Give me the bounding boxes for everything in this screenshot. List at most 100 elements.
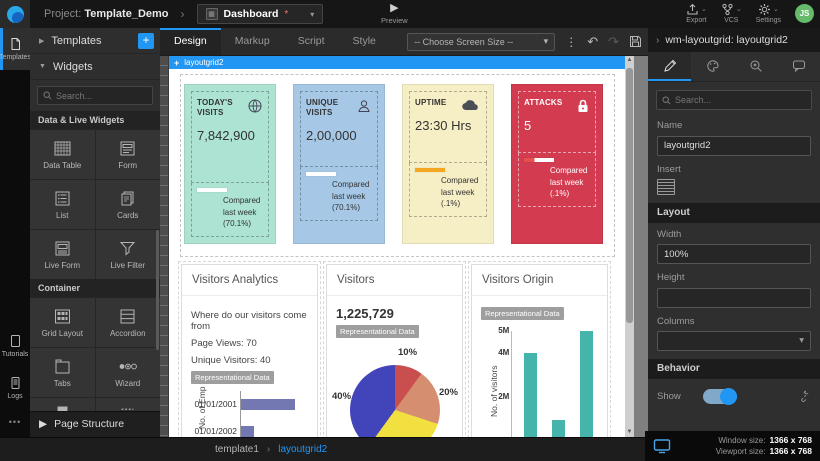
stat-card[interactable]: ATTACKS 5 Compared last week (.1%)	[511, 84, 603, 244]
save-button[interactable]	[629, 35, 642, 48]
add-template-button[interactable]: +	[138, 33, 154, 49]
insert-row-icon[interactable]	[657, 179, 675, 195]
visitors-analytics-panel[interactable]: Visitors Analytics Where do our visitors…	[181, 264, 318, 437]
user-avatar[interactable]: JS	[795, 4, 814, 23]
rail-item-tutorials[interactable]: Tutorials	[0, 325, 30, 367]
growth-chart-ylabel: No. of Emp	[197, 386, 207, 429]
app-logo[interactable]	[0, 0, 30, 28]
visitors-origin-panel[interactable]: Visitors Origin Representational Data No…	[471, 264, 608, 437]
export-button[interactable]: ⌄ Export	[686, 2, 707, 24]
tile-label: Accordion	[110, 329, 146, 338]
widget-tile-grid-layout[interactable]: Grid Layout	[30, 298, 95, 347]
widget-tile-wizard[interactable]: Wizard	[96, 348, 161, 397]
canvas-area: + layoutgrid2 TODAY'S VISITS 7,842,900	[160, 56, 648, 437]
columns-select[interactable]: ▾	[657, 331, 811, 351]
breadcrumb-widget[interactable]: layoutgrid2	[278, 444, 327, 455]
widget-tile-tabs[interactable]: Tabs	[30, 348, 95, 397]
caret-down-icon: ▾	[544, 36, 549, 47]
templates-section-header[interactable]: ▶ Templates +	[30, 28, 160, 54]
widgets-section-header[interactable]: ▼ Widgets	[30, 54, 160, 80]
growth-bar	[241, 399, 295, 410]
tab-design[interactable]: Design	[160, 28, 221, 55]
undo-button[interactable]: ↶	[587, 34, 598, 50]
width-input[interactable]	[657, 244, 811, 264]
properties-search[interactable]	[656, 90, 812, 110]
stat-card-title: UPTIME	[415, 98, 467, 108]
tab-properties[interactable]	[648, 52, 691, 81]
scroll-up-arrow[interactable]: ▲	[625, 56, 634, 65]
stat-card-main: TODAY'S VISITS 7,842,900	[191, 91, 269, 183]
visitors-pie-chart: 10% 20% 30% 40%	[336, 347, 454, 437]
form-icon	[118, 140, 137, 157]
tab-script[interactable]: Script	[284, 28, 339, 55]
y-tick-label: 2M	[492, 392, 509, 401]
progress-bar	[524, 158, 554, 162]
tab-markup[interactable]: Markup	[221, 28, 284, 55]
stat-card-main: UNIQUE VISITS 2,00,000	[300, 91, 378, 167]
collapse-panel-icon[interactable]: ›	[656, 35, 659, 46]
rail-item-logs[interactable]: Logs	[0, 367, 30, 409]
widget-search-input[interactable]	[56, 91, 146, 101]
page-selector-dropdown[interactable]: ▦ Dashboard * ▾	[197, 4, 324, 24]
tab-styles[interactable]	[691, 52, 734, 81]
screen-size-select[interactable]: -- Choose Screen Size -- ▾	[407, 33, 555, 51]
widget-tile-clipped[interactable]	[96, 398, 161, 411]
move-handle-icon[interactable]: +	[174, 58, 179, 68]
pie-label: 40%	[332, 391, 351, 402]
wavemaker-logo-icon	[7, 6, 24, 23]
stat-card[interactable]: UPTIME 23:30 Hrs Compared last week (.1%…	[402, 84, 494, 244]
chat-icon	[792, 59, 806, 72]
widget-tile-cards[interactable]: Cards	[96, 180, 161, 229]
tab-search-properties[interactable]	[734, 52, 777, 81]
name-input[interactable]	[657, 136, 811, 156]
redo-button[interactable]: ↷	[608, 34, 619, 50]
height-input[interactable]	[657, 288, 811, 308]
design-canvas[interactable]: + layoutgrid2 TODAY'S VISITS 7,842,900	[169, 56, 626, 437]
panel-body: Where do our visitors come from Page Vie…	[182, 296, 317, 437]
rail-more-button[interactable]: •••	[0, 409, 30, 437]
bind-link-icon[interactable]	[799, 390, 811, 402]
properties-search-input[interactable]	[675, 95, 795, 105]
progress-bar	[415, 168, 445, 172]
tab-comments[interactable]	[777, 52, 820, 81]
pencil-icon	[663, 59, 677, 73]
palette-scrollbar[interactable]	[156, 230, 159, 350]
rail-item-templates[interactable]: Templates	[0, 28, 30, 70]
origin-plot: 02M4M5M	[511, 331, 598, 437]
widget-tile-data-table[interactable]: Data Table	[30, 130, 95, 179]
stat-card[interactable]: TODAY'S VISITS 7,842,900 Compared last w…	[184, 84, 276, 244]
stat-card-title: ATTACKS	[524, 98, 576, 108]
container-widgets-grid: Grid Layout Accordion Tabs Wizard	[30, 297, 160, 411]
visitors-panel[interactable]: Visitors 1,225,729 Representational Data…	[326, 264, 463, 437]
show-toggle[interactable]	[703, 389, 737, 404]
preview-button[interactable]: ▶ Preview	[381, 3, 408, 25]
widget-tile-accordion[interactable]: Accordion	[96, 298, 161, 347]
collapse-arrow-icon: ▶	[39, 37, 44, 45]
data-table-icon	[53, 140, 72, 157]
preview-label: Preview	[381, 16, 408, 25]
selected-widget-bar[interactable]: + layoutgrid2	[169, 56, 626, 69]
viewport-size-value: 1366 x 768	[769, 446, 812, 457]
more-options-button[interactable]: ⋮	[565, 35, 577, 49]
canvas-scrollbar[interactable]: ▲ ▼	[625, 56, 634, 437]
size-overlay: Window size: 1366 x 768 Viewport size: 1…	[645, 431, 820, 461]
page-structure-header[interactable]: ▶ Page Structure	[30, 411, 160, 435]
export-icon	[686, 3, 699, 16]
palette-scroll-area: Data & Live Widgets Data Table Form List	[30, 80, 160, 437]
insert-field: Insert	[648, 158, 820, 197]
widget-search[interactable]	[37, 86, 153, 105]
scroll-down-arrow[interactable]: ▼	[625, 428, 634, 437]
widget-tile-live-form[interactable]: Live Form	[30, 230, 95, 279]
vcs-button[interactable]: ⌄ VCS	[721, 2, 742, 24]
growth-chart: No. of Emp 01/01/200101/01/200201/01/200…	[191, 391, 308, 437]
stat-card[interactable]: UNIQUE VISITS 2,00,000 Compared last wee…	[293, 84, 385, 244]
tab-style[interactable]: Style	[339, 28, 390, 55]
settings-button[interactable]: ⌄ Settings	[756, 2, 781, 24]
widget-tile-live-filter[interactable]: Live Filter	[96, 230, 161, 279]
widget-tile-list[interactable]: List	[30, 180, 95, 229]
widget-tile-clipped[interactable]	[30, 398, 95, 411]
widget-tile-form[interactable]: Form	[96, 130, 161, 179]
stat-card-main: UPTIME 23:30 Hrs	[409, 91, 487, 163]
scrollbar-thumb[interactable]	[626, 68, 633, 323]
breadcrumb-page[interactable]: template1	[215, 444, 259, 455]
